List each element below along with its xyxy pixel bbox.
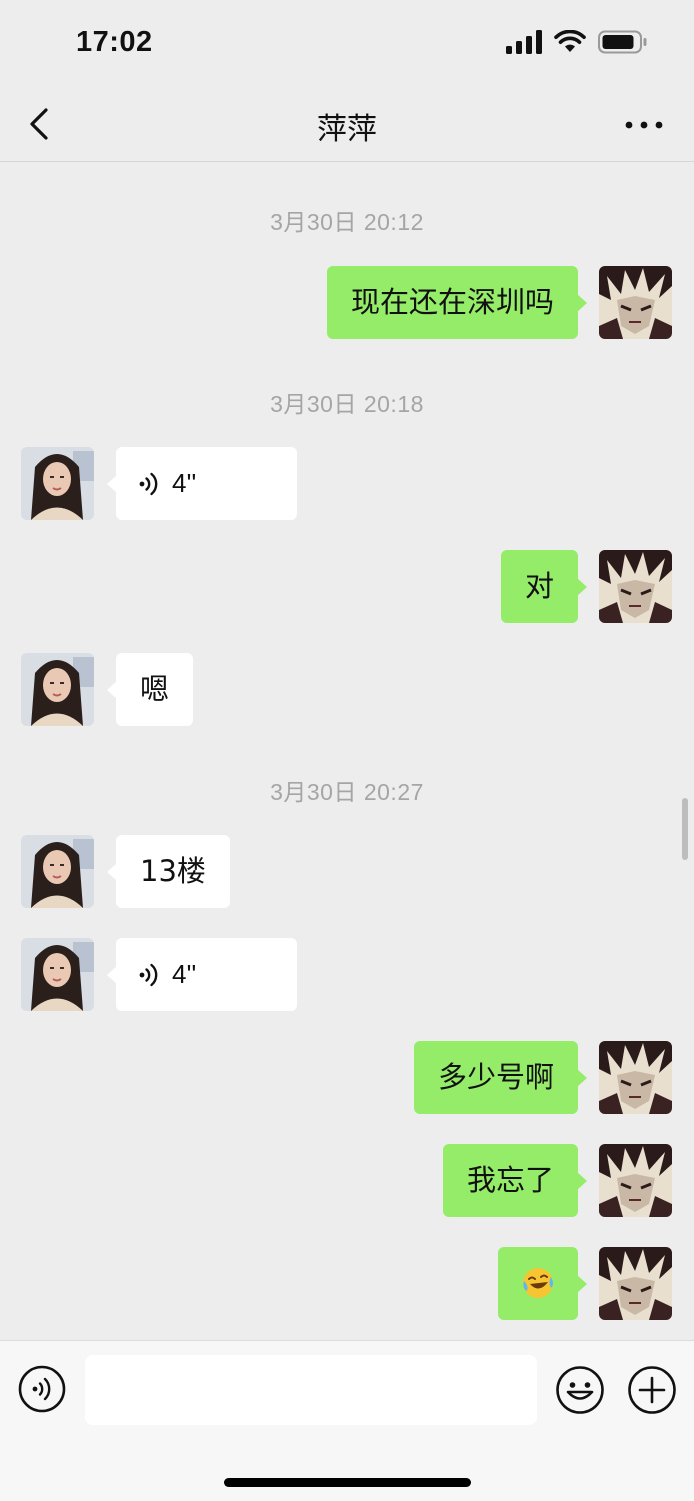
my-avatar[interactable] (599, 1041, 672, 1114)
message-row: 4'' (0, 938, 694, 1012)
plus-icon (628, 1366, 676, 1414)
message-row: 现在还在深圳吗 (0, 266, 694, 340)
received-message-bubble[interactable]: 13楼 (107, 835, 230, 908)
received-message-bubble[interactable]: 嗯 (106, 653, 194, 726)
message-timestamp: 3月30日 20:27 (270, 779, 424, 805)
sent-message-bubble[interactable]: 对 (500, 550, 588, 623)
message-timestamp: 3月30日 20:12 (270, 209, 424, 235)
laughing-tears-emoji-icon (523, 1268, 553, 1298)
sent-message-bubble[interactable]: 现在还在深圳吗 (326, 266, 588, 339)
voice-wave-icon (139, 963, 158, 986)
my-avatar[interactable] (599, 1247, 672, 1320)
more-functions-button[interactable] (627, 1365, 677, 1415)
emoji-icon (556, 1366, 604, 1414)
voice-mode-icon (18, 1365, 66, 1413)
my-avatar[interactable] (599, 266, 672, 339)
contact-avatar[interactable] (21, 938, 94, 1011)
voice-message-bubble[interactable]: 4'' (107, 938, 297, 1011)
sent-message-bubble[interactable]: 多少号啊 (413, 1041, 588, 1114)
my-avatar[interactable] (599, 1144, 672, 1217)
my-avatar[interactable] (599, 550, 672, 623)
sent-emoji-bubble[interactable] (498, 1247, 587, 1320)
voice-mode-button[interactable] (18, 1365, 66, 1413)
chat-scrollbar[interactable] (682, 798, 688, 860)
message-row: 对 (0, 550, 694, 624)
message-timestamp: 3月30日 20:18 (270, 391, 424, 417)
message-row: 我忘了 (0, 1144, 694, 1218)
contact-avatar[interactable] (21, 653, 94, 726)
emoji-button[interactable] (555, 1365, 605, 1415)
voice-wave-icon (139, 472, 158, 495)
input-bar (0, 1340, 694, 1501)
voice-message-bubble[interactable]: 4'' (107, 447, 297, 520)
message-row: 嗯 (0, 653, 694, 727)
sent-message-bubble[interactable]: 我忘了 (442, 1144, 588, 1217)
contact-avatar[interactable] (21, 835, 94, 908)
message-row: 多少号啊 (0, 1041, 694, 1115)
message-row: 4'' (0, 447, 694, 521)
message-row: 13楼 (0, 835, 694, 909)
chat-area[interactable]: 3月30日 20:12 现在还在深圳吗 3月30日 20:18 4'' 对 嗯 … (0, 0, 694, 1340)
message-row (0, 1247, 694, 1321)
home-indicator (224, 1478, 471, 1487)
message-input[interactable] (85, 1355, 537, 1425)
voice-duration: 4'' (172, 468, 197, 498)
contact-avatar[interactable] (21, 447, 94, 520)
voice-duration: 4'' (172, 959, 197, 989)
